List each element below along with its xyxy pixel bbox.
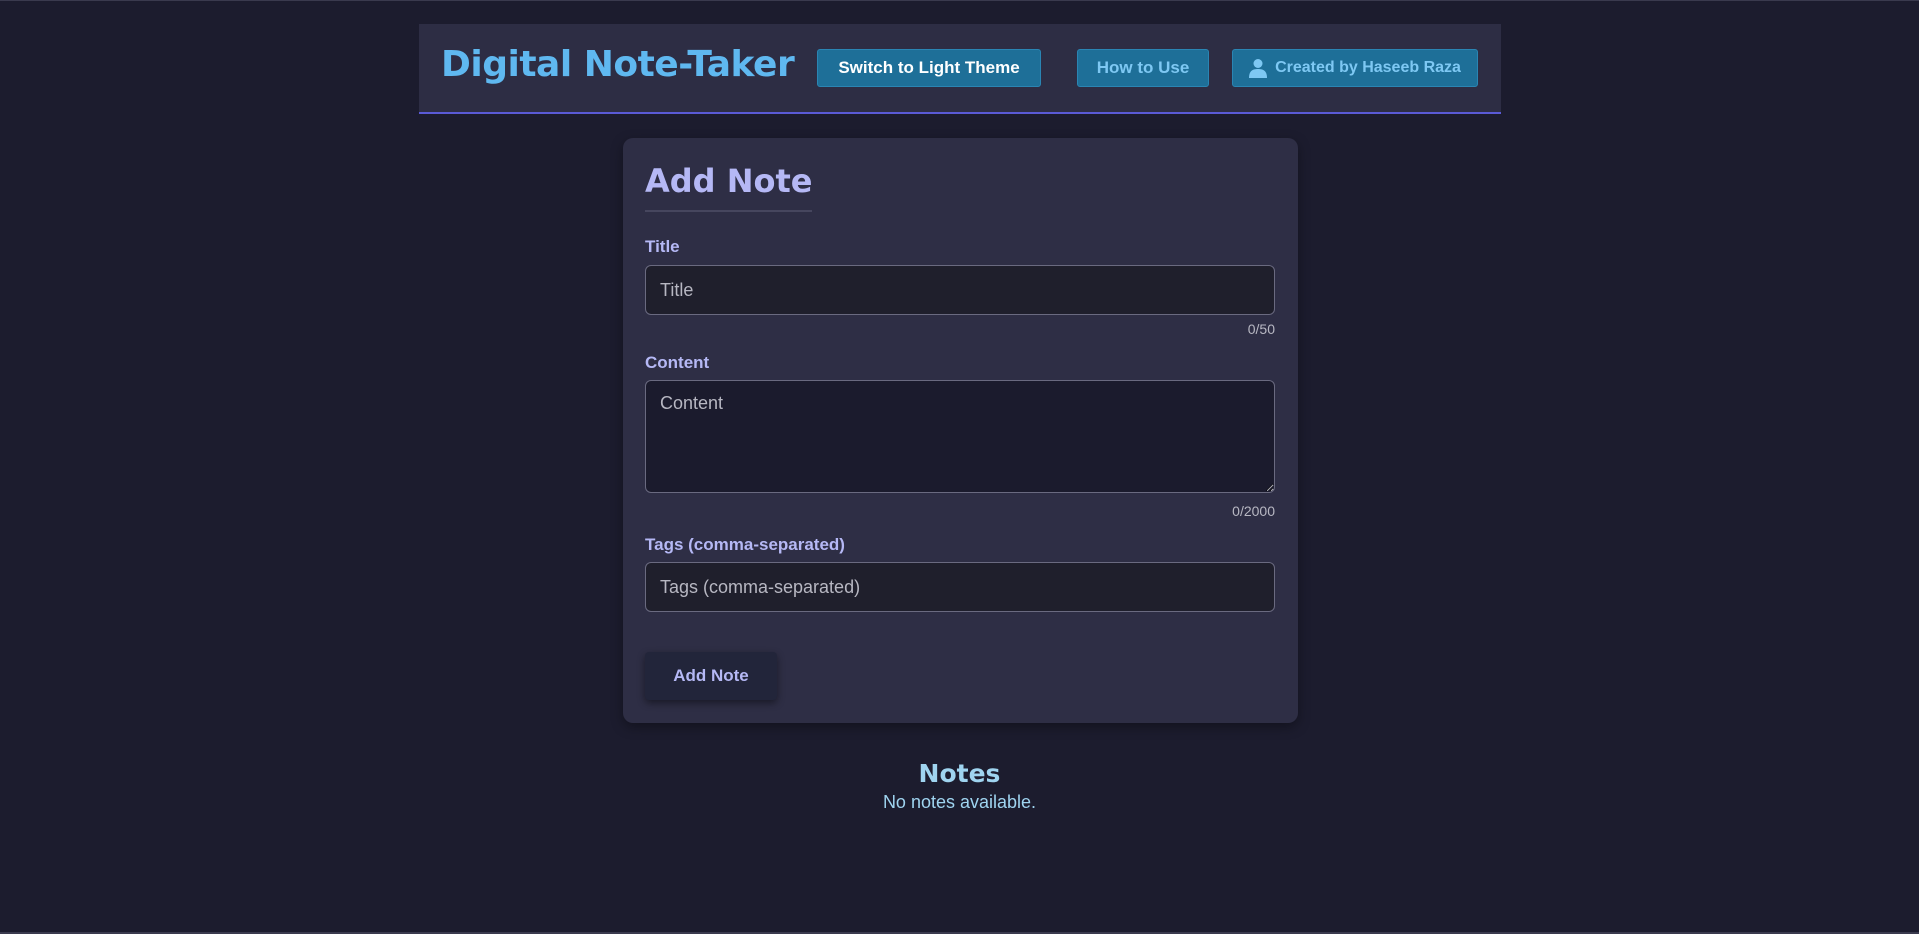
app-header: Digital Note-Taker Switch to Light Theme… (419, 24, 1501, 114)
app-title: Digital Note-Taker (441, 44, 795, 85)
created-by-button[interactable]: Created by Haseeb Raza (1232, 49, 1478, 87)
switch-theme-button[interactable]: Switch to Light Theme (817, 49, 1041, 87)
user-icon (1249, 59, 1268, 78)
how-to-use-button[interactable]: How to Use (1077, 49, 1209, 87)
title-label: Title (645, 237, 680, 256)
tags-label: Tags (comma-separated) (645, 535, 845, 554)
add-note-heading: Add Note (645, 162, 813, 212)
app-page: Digital Note-Taker Switch to Light Theme… (0, 0, 1919, 934)
title-char-counter: 0/50 (1247, 321, 1275, 337)
content-char-counter: 0/2000 (1232, 503, 1275, 519)
add-note-card: Add Note Title 0/50 Content 0/2000 Tags … (623, 138, 1298, 723)
empty-notes-message: No notes available. (882, 792, 1037, 812)
content-label: Content (645, 353, 710, 372)
title-input[interactable] (645, 265, 1275, 315)
add-note-button[interactable]: Add Note (645, 652, 777, 700)
created-by-label: Created by Haseeb Raza (1275, 59, 1461, 76)
notes-heading: Notes (918, 759, 1001, 788)
tags-input[interactable] (645, 562, 1275, 612)
content-textarea[interactable] (645, 380, 1275, 493)
